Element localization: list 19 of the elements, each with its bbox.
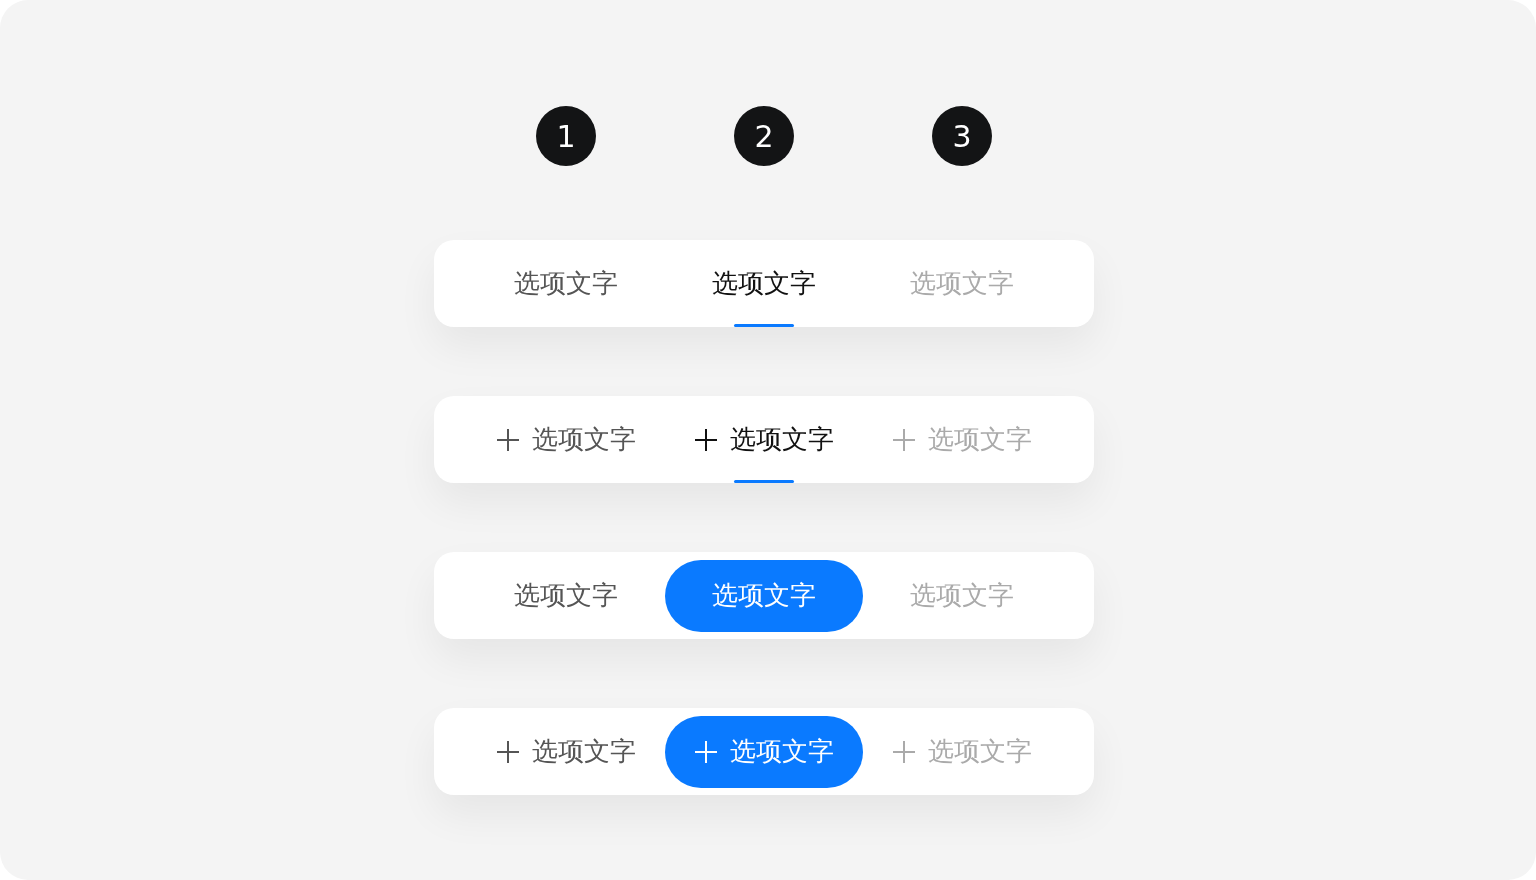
tab[interactable]: 选项文字 [665,240,863,327]
number-badge: 1 [536,106,596,166]
number-badge: 2 [734,106,794,166]
tab[interactable]: 选项文字 [665,559,863,632]
plus-icon [694,427,718,452]
tab[interactable]: 选项文字 [665,715,863,788]
tab[interactable]: 选项文字 [467,240,665,327]
tab-underline [734,480,794,483]
tab-underline [734,324,794,327]
plus-icon [496,739,520,764]
plus-icon [496,427,520,452]
tab[interactable]: 选项文字 [467,559,665,632]
tab[interactable]: 选项文字 [467,715,665,788]
tab[interactable]: 选项文字 [665,396,863,483]
number-badge: 3 [932,106,992,166]
tab[interactable]: 选项文字 [467,396,665,483]
plus-icon [694,739,718,764]
plus-icon [892,427,916,452]
plus-icon [892,739,916,764]
